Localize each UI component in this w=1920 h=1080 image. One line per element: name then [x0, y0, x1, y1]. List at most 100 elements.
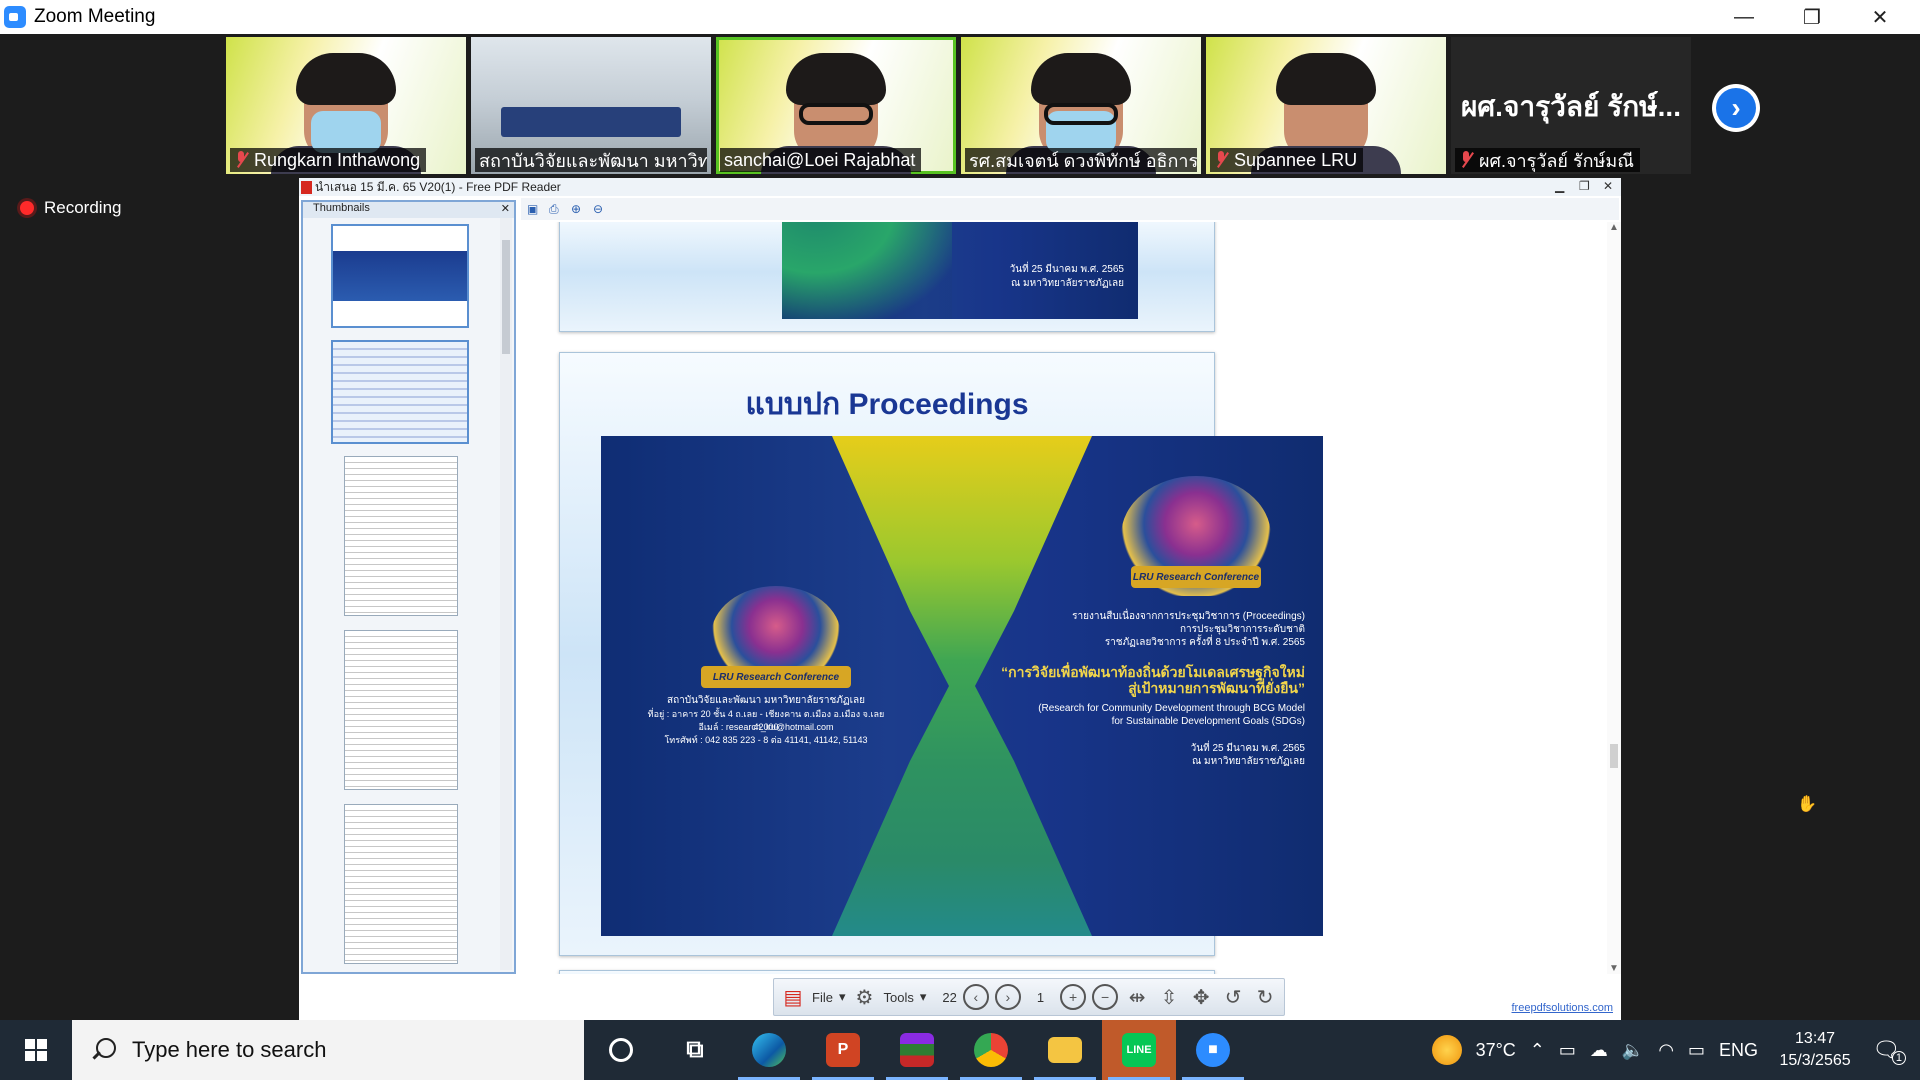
show-hidden-icons-icon[interactable]: ⌃	[1530, 1040, 1545, 1061]
participant-tile[interactable]: Supannee LRU	[1206, 37, 1446, 174]
reader-bottom-toolbar: ▤ File ▾ ⚙ Tools ▾ 22 ‹ › 1 + − ⇹ ⇳ ✥ ↺ ↻	[773, 978, 1286, 1016]
participant-name: ผศ.จารุวัลย์ รักษ์มณี	[1479, 150, 1634, 171]
restore-button[interactable]: ❐	[1778, 0, 1846, 34]
participant-tile[interactable]: รศ.สมเจตน์ ดวงพิทักษ์ อธิการ...	[961, 37, 1201, 174]
start-button[interactable]	[0, 1020, 72, 1080]
zoom-in-icon[interactable]: ⊕	[571, 202, 587, 216]
participant-name: Rungkarn Inthawong	[254, 149, 421, 170]
notifications-icon[interactable]: 🗨 1	[1872, 1037, 1906, 1065]
clock[interactable]: 13:47 15/3/2565	[1772, 1028, 1858, 1072]
line-app[interactable]: LINE	[1102, 1020, 1176, 1080]
pan-icon[interactable]: ✥	[1188, 984, 1214, 1010]
thumbnails-scroll-thumb[interactable]	[502, 240, 510, 354]
wifi-icon[interactable]: ◠	[1658, 1040, 1674, 1061]
tools-menu[interactable]: Tools	[883, 990, 913, 1005]
winrar-app[interactable]	[880, 1020, 954, 1080]
cover-left-line-4: โทรศัพท์ : 042 835 223 - 8 ต่อ 41141, 41…	[664, 735, 868, 745]
participant-name: sanchai@Loei Rajabhat	[724, 149, 916, 170]
participant-tile[interactable]: สถาบันวิจัยและพัฒนา มหาวิท...	[471, 37, 711, 174]
next-page-icon[interactable]: ›	[994, 984, 1021, 1010]
slide-previous: วันที่ 25 มีนาคม พ.ศ. 2565 ณ มหาวิทยาลัย…	[559, 222, 1215, 332]
weather-temp[interactable]: 37°C	[1476, 1040, 1516, 1061]
slide-proceedings-cover: แบบปก Proceedings LRU Research Conferenc…	[559, 352, 1323, 956]
clock-time: 13:47	[1795, 1030, 1836, 1047]
zoom-app-icon	[4, 6, 26, 28]
reader-title-bar: นำเสนอ 15 มี.ค. 65 V20(1) - Free PDF Rea…	[299, 178, 1621, 196]
onedrive-icon[interactable]: ☁	[1590, 1040, 1608, 1061]
document-scrollbar[interactable]: ▲ ▼	[1607, 222, 1621, 974]
reader-top-toolbar: ▣ ⎙ ⊕ ⊖	[521, 198, 1619, 220]
thumbnails-panel: Thumbnails ✕	[301, 200, 516, 974]
file-explorer-app[interactable]	[1028, 1020, 1102, 1080]
previous-page-icon[interactable]: ‹	[962, 984, 989, 1010]
save-icon[interactable]: ▣	[527, 202, 543, 216]
thumbnail-page-4[interactable]	[344, 630, 458, 790]
current-page[interactable]: 1	[1037, 990, 1044, 1005]
weather-icon[interactable]	[1431, 1035, 1462, 1065]
search-placeholder: Type here to search	[132, 1037, 327, 1062]
zoom-out-button-icon[interactable]: −	[1092, 984, 1119, 1010]
glasses	[799, 103, 873, 125]
cover-ribbon-right: LRU Research Conference	[1131, 566, 1261, 588]
top-slide-place: ณ มหาวิทยาลัยราชภัฏเลย	[1010, 278, 1124, 289]
rotate-right-icon[interactable]: ↻	[1252, 984, 1278, 1010]
language-indicator[interactable]: ENG	[1719, 1040, 1758, 1061]
participant-tile[interactable]: ผศ.จารุวัลย์ รักษ์... ผศ.จารุวัลย์ รักษ์ม…	[1451, 37, 1691, 174]
face-mask	[311, 111, 381, 153]
next-participants-button[interactable]: ›	[1712, 84, 1760, 132]
close-button[interactable]: ✕	[1846, 0, 1914, 34]
print-icon[interactable]: ⎙	[549, 202, 565, 216]
meet-now-icon[interactable]: ▭	[1559, 1040, 1576, 1061]
fit-height-icon[interactable]: ⇳	[1156, 984, 1182, 1010]
cortana-icon	[609, 1038, 633, 1062]
freepdf-link[interactable]: freepdfsolutions.com	[1512, 1002, 1614, 1014]
battery-icon[interactable]: ▭	[1688, 1040, 1705, 1061]
cover-right-line-2: การประชุมวิชาการระดับชาติ	[1179, 624, 1305, 635]
participant-tile[interactable]: sanchai@Loei Rajabhat	[716, 37, 956, 174]
participant-name-label: สถาบันวิจัยและพัฒนา มหาวิท...	[475, 148, 707, 172]
participant-name-label: รศ.สมเจตน์ ดวงพิทักษ์ อธิการ...	[965, 148, 1197, 172]
tools-gear-icon[interactable]: ⚙	[851, 984, 877, 1010]
chrome-app[interactable]	[954, 1020, 1028, 1080]
file-menu-icon[interactable]: ▤	[780, 984, 806, 1010]
document-scroll-thumb[interactable]	[1610, 744, 1618, 768]
file-menu-chevron-icon: ▾	[838, 989, 846, 1004]
cover-left-line-3: อีเมล์ : research_lru@hotmail.com	[698, 722, 834, 732]
zoom-in-button-icon[interactable]: +	[1060, 984, 1087, 1010]
total-pages: 22	[942, 989, 957, 1005]
zoom-app[interactable]: ■	[1176, 1020, 1250, 1080]
clock-date: 15/3/2565	[1779, 1052, 1851, 1069]
windows-logo-icon	[25, 1039, 47, 1061]
scroll-down-icon[interactable]: ▼	[1609, 963, 1619, 974]
hand-cursor-icon: ✋	[1797, 796, 1817, 813]
fit-width-icon[interactable]: ⇹	[1124, 984, 1150, 1010]
reader-close-button[interactable]: ✕	[1603, 179, 1613, 193]
participant-name: Supannee LRU	[1234, 149, 1358, 170]
thumbnail-page-5[interactable]	[344, 804, 458, 964]
edge-app[interactable]	[732, 1020, 806, 1080]
zoom-out-icon[interactable]: ⊖	[593, 202, 609, 216]
thumbnails-scrollbar[interactable]	[500, 218, 512, 970]
thumbnail-page-3[interactable]	[344, 456, 458, 616]
participant-name: สถาบันวิจัยและพัฒนา มหาวิท...	[479, 150, 707, 171]
file-menu[interactable]: File	[812, 990, 833, 1005]
chrome-icon	[974, 1033, 1008, 1067]
zoom-icon: ■	[1196, 1033, 1230, 1067]
volume-icon[interactable]: 🔈	[1622, 1040, 1644, 1061]
taskbar-search[interactable]: Type here to search	[72, 1020, 584, 1080]
cortana-button[interactable]	[584, 1020, 658, 1080]
notification-count: 1	[1891, 1051, 1906, 1065]
thumbnail-page-1[interactable]	[331, 224, 469, 328]
close-thumbnails-icon[interactable]: ✕	[501, 202, 510, 215]
document-view[interactable]: วันที่ 25 มีนาคม พ.ศ. 2565 ณ มหาวิทยาลัย…	[521, 222, 1601, 974]
powerpoint-app[interactable]: P	[806, 1020, 880, 1080]
task-view-button[interactable]: ⧉	[658, 1020, 732, 1080]
scroll-up-icon[interactable]: ▲	[1609, 222, 1619, 233]
reader-restore-button[interactable]: ❐	[1579, 179, 1590, 193]
minimize-button[interactable]: —	[1710, 0, 1778, 34]
thumbnail-page-2[interactable]	[331, 340, 469, 444]
reader-minimize-button[interactable]: ▁	[1555, 179, 1564, 193]
participant-tile[interactable]: Rungkarn Inthawong	[226, 37, 466, 174]
rotate-left-icon[interactable]: ↺	[1220, 984, 1246, 1010]
cover-theme-line-2: สู่เป้าหมายการพัฒนาที่ยั่งยืน”	[1128, 680, 1305, 696]
